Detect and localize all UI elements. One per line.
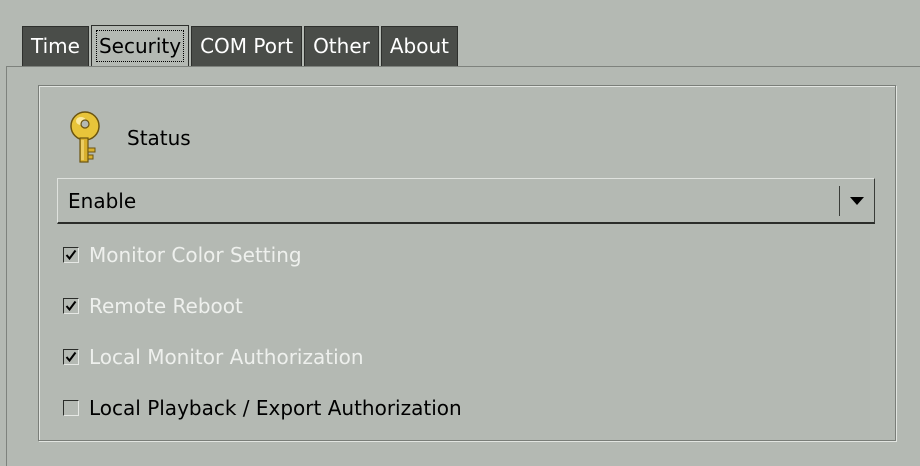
tab-about[interactable]: About [380, 26, 458, 66]
key-icon [65, 110, 105, 166]
checkbox-remote-reboot[interactable] [63, 298, 79, 314]
tab-com-port[interactable]: COM Port [191, 26, 303, 66]
option-local-monitor-authorization[interactable]: Local Monitor Authorization [63, 344, 364, 370]
option-monitor-color-setting-label: Monitor Color Setting [89, 243, 302, 267]
status-row: Status [65, 110, 191, 166]
option-monitor-color-setting[interactable]: Monitor Color Setting [63, 242, 302, 268]
option-remote-reboot-label: Remote Reboot [89, 294, 243, 318]
option-remote-reboot[interactable]: Remote Reboot [63, 293, 243, 319]
window-top-strip [0, 0, 920, 26]
checkbox-local-playback-export-authorization[interactable] [63, 400, 79, 416]
tab-time[interactable]: Time [22, 26, 89, 66]
tab-security[interactable]: Security [90, 25, 190, 67]
security-group-box: Status Enable Monitor Color Setting Remo… [38, 85, 896, 441]
tab-security-label: Security [95, 30, 185, 62]
status-label: Status [127, 126, 191, 150]
status-dropdown-value: Enable [68, 188, 137, 213]
tab-time-label: Time [31, 34, 80, 58]
status-dropdown[interactable]: Enable [57, 178, 875, 224]
option-local-playback-export-authorization[interactable]: Local Playback / Export Authorization [63, 395, 462, 421]
security-tab-panel: Status Enable Monitor Color Setting Remo… [6, 66, 920, 466]
tab-com-port-label: COM Port [200, 34, 294, 58]
chevron-down-icon[interactable] [840, 181, 874, 221]
tab-other-label: Other [313, 34, 370, 58]
tab-bar: Time Security COM Port Other About [22, 25, 460, 67]
checkbox-monitor-color-setting[interactable] [63, 247, 79, 263]
tab-other[interactable]: Other [304, 26, 379, 66]
option-local-monitor-authorization-label: Local Monitor Authorization [89, 345, 364, 369]
option-local-playback-export-authorization-label: Local Playback / Export Authorization [89, 396, 462, 420]
tab-about-label: About [389, 34, 449, 58]
checkbox-local-monitor-authorization[interactable] [63, 349, 79, 365]
